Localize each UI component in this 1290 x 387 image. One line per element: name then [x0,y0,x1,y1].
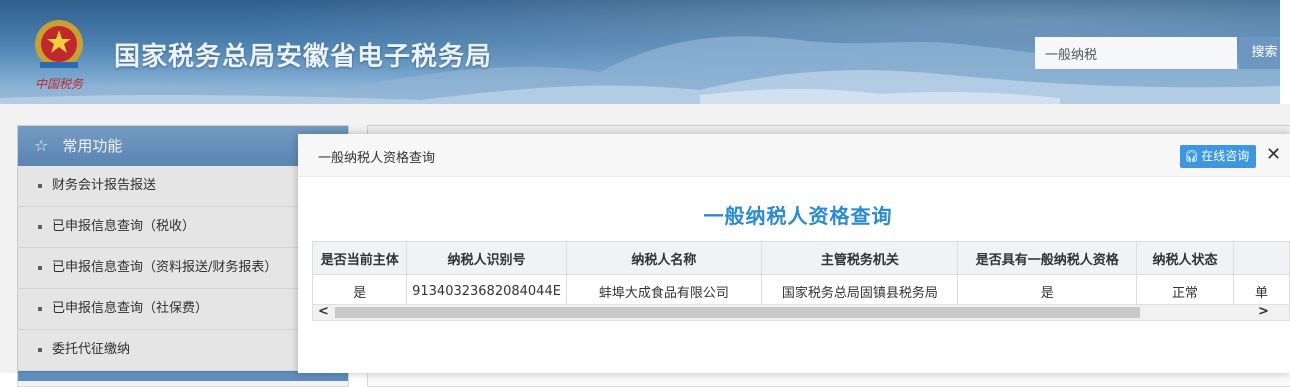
column-header: 纳税人名称 [565,241,763,275]
online-consult-button[interactable]: 🎧︎ 在线咨询 [1180,145,1256,168]
headset-icon: 🎧︎ [1184,149,1200,163]
close-icon[interactable]: ✕ [1266,144,1281,165]
scroll-left-icon[interactable]: < [318,304,329,319]
table-cell: 蚌埠大成食品有限公司 [565,274,763,308]
svg-text:中国税务: 中国税务 [35,77,84,91]
search-input[interactable] [1035,37,1237,69]
column-header: 纳税人状态 [1136,241,1235,275]
column-header: 是否具有一般纳税人资格 [957,241,1138,275]
column-header [1233,241,1290,275]
dialog-title: 一般纳税人资格查询 [318,151,436,166]
site-title: 国家税务总局安徽省电子税务局 [114,42,493,72]
table-header-row: 是否当前主体 纳税人识别号 纳税人名称 主管税务机关 是否具有一般纳税人资格 纳… [312,241,1290,275]
horizontal-scrollbar[interactable]: < > [312,304,1290,321]
table-cell: 91340323682084044E [406,274,567,308]
search-button[interactable]: 搜索 [1239,37,1280,69]
column-header: 主管税务机关 [761,241,959,275]
scroll-right-icon[interactable]: > [1258,304,1269,319]
online-consult-label: 在线咨询 [1201,149,1250,163]
header-banner: 中国税务 国家税务总局安徽省电子税务局 搜索 [0,0,1280,104]
column-header: 纳税人识别号 [406,241,567,275]
table-cell: 是 [312,274,408,308]
table-cell: 正常 [1136,274,1235,308]
table-cell: 是 [957,274,1138,308]
scrollbar-thumb[interactable] [335,307,1140,318]
table-cell: 单 [1233,274,1290,308]
qualification-query-dialog: 一般纳税人资格查询 🎧︎ 在线咨询 ✕ 一般纳税人资格查询 是否当前主体 纳税人识… [298,134,1290,373]
page-title: 一般纳税人资格查询 [703,204,893,228]
column-header: 是否当前主体 [312,241,408,275]
table-cell: 国家税务总局固镇县税务局 [761,274,959,308]
result-table: 是否当前主体 纳税人识别号 纳税人名称 主管税务机关 是否具有一般纳税人资格 纳… [312,241,1290,308]
dialog-header: 一般纳税人资格查询 🎧︎ 在线咨询 ✕ [298,134,1290,177]
tax-emblem-logo: 中国税务 [35,20,84,91]
table-row[interactable]: 是 91340323682084044E 蚌埠大成食品有限公司 国家税务总局固镇… [312,274,1290,308]
